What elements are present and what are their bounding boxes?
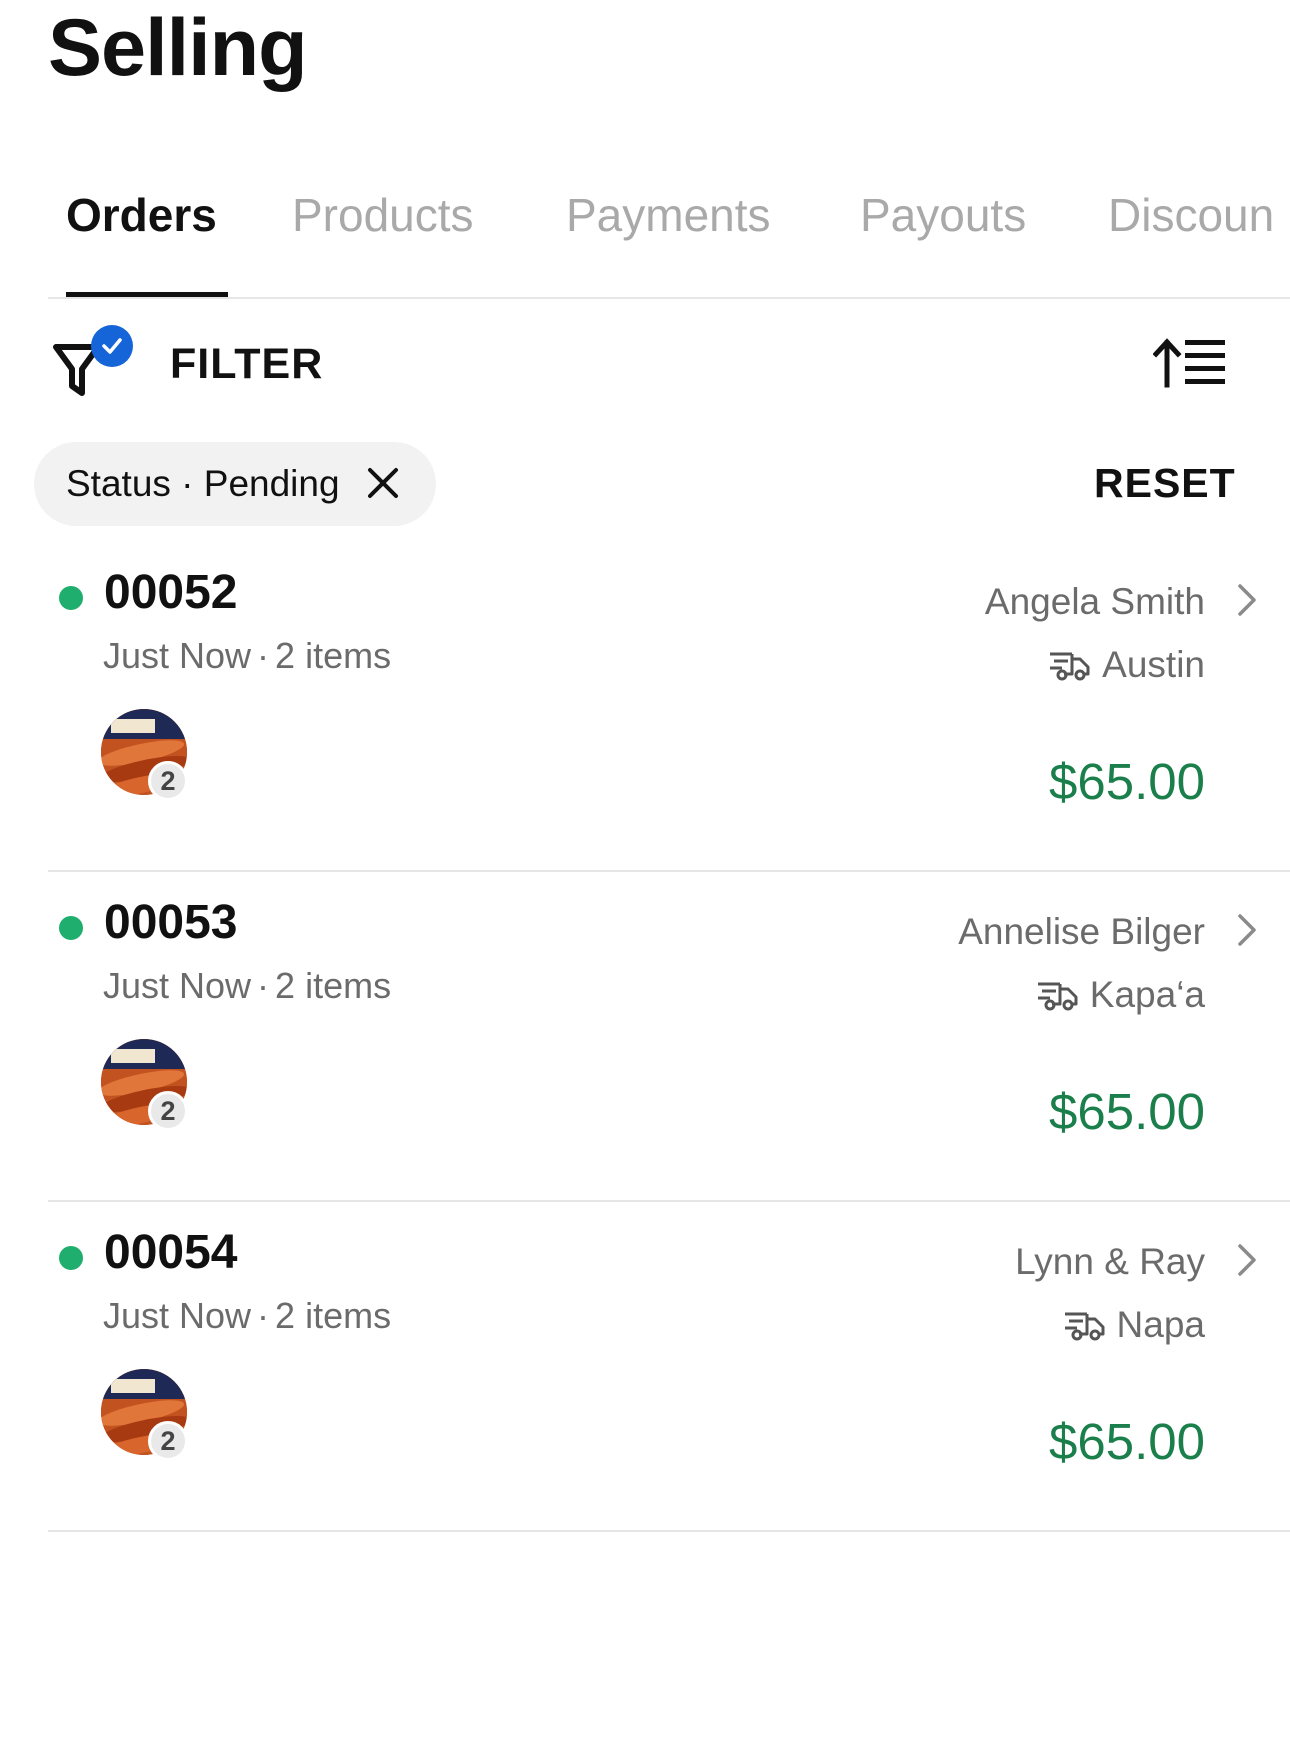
order-number: 00054 xyxy=(104,1226,238,1279)
chip-label: Status · Pending xyxy=(66,463,340,504)
tab-payouts[interactable]: Payouts xyxy=(860,188,1026,242)
quantity-badge: 2 xyxy=(148,1421,188,1461)
order-item-count: 2 items xyxy=(275,965,392,1006)
location-name: Napa xyxy=(1116,1304,1205,1345)
order-total: $65.00 xyxy=(1049,753,1205,810)
shipping-location: Kapa‘a xyxy=(1036,974,1205,1016)
reset-button[interactable]: RESET xyxy=(1094,460,1236,507)
tabs-divider xyxy=(48,297,1290,299)
customer-name: Lynn & Ray xyxy=(1015,1241,1205,1282)
status-dot xyxy=(59,1246,83,1270)
delivery-truck-icon xyxy=(1037,982,1078,1011)
shipping-location: Austin xyxy=(1048,644,1205,686)
meta-separator: · xyxy=(257,965,270,1006)
customer-name: Angela Smith xyxy=(984,581,1205,622)
order-row[interactable]: 00052 Just Now · 2 items Angela Smith Aust… xyxy=(0,542,1290,872)
order-number: 00053 xyxy=(104,896,238,949)
meta-separator: · xyxy=(257,635,270,676)
order-item-count: 2 items xyxy=(275,635,392,676)
filter-button[interactable]: FILTER xyxy=(52,325,323,403)
delivery-truck-icon xyxy=(1050,652,1090,681)
status-dot xyxy=(59,916,83,940)
filter-funnel-icon xyxy=(52,325,133,403)
delivery-truck-icon xyxy=(1064,1312,1105,1341)
order-item-count: 2 items xyxy=(275,1295,392,1336)
quantity-badge: 2 xyxy=(148,761,188,801)
close-icon[interactable] xyxy=(366,466,400,500)
chevron-right-icon[interactable] xyxy=(1236,1242,1258,1278)
tab-payments[interactable]: Payments xyxy=(566,188,771,242)
order-time: Just Now xyxy=(103,635,252,676)
tab-products[interactable]: Products xyxy=(292,188,474,242)
tab-orders[interactable]: Orders xyxy=(66,188,217,242)
order-total: $65.00 xyxy=(1049,1083,1205,1140)
row-divider xyxy=(48,1530,1290,1532)
tab-discounts[interactable]: Discoun xyxy=(1108,188,1274,242)
status-dot xyxy=(59,586,83,610)
shipping-location: Napa xyxy=(1063,1304,1205,1346)
order-number: 00052 xyxy=(104,566,238,619)
location-name: Kapa‘a xyxy=(1089,974,1205,1015)
meta-separator: · xyxy=(257,1295,270,1336)
status-filter-chip[interactable]: Status · Pending xyxy=(34,442,436,526)
order-meta: Just Now · 2 items xyxy=(103,635,391,677)
sort-button[interactable] xyxy=(1152,335,1227,391)
checkmark-badge-icon xyxy=(91,325,133,367)
page-title: Selling xyxy=(48,3,308,93)
chevron-right-icon[interactable] xyxy=(1236,582,1258,618)
order-meta: Just Now · 2 items xyxy=(103,1295,391,1337)
order-row[interactable]: 00053 Just Now · 2 items Annelise Bilger K… xyxy=(0,872,1290,1202)
quantity-badge: 2 xyxy=(148,1091,188,1131)
tab-bar: Orders Products Payments Payouts Discoun xyxy=(0,175,1290,300)
order-row[interactable]: 00054 Just Now · 2 items Lynn & Ray Napa 2… xyxy=(0,1202,1290,1532)
chevron-right-icon[interactable] xyxy=(1236,912,1258,948)
order-meta: Just Now · 2 items xyxy=(103,965,391,1007)
order-time: Just Now xyxy=(103,965,252,1006)
order-time: Just Now xyxy=(103,1295,252,1336)
sort-ascending-icon xyxy=(1152,338,1225,388)
order-total: $65.00 xyxy=(1049,1413,1205,1470)
customer-name: Annelise Bilger xyxy=(958,911,1205,952)
filter-label: FILTER xyxy=(170,339,324,388)
location-name: Austin xyxy=(1102,644,1205,685)
filter-bar: FILTER xyxy=(0,325,1290,405)
